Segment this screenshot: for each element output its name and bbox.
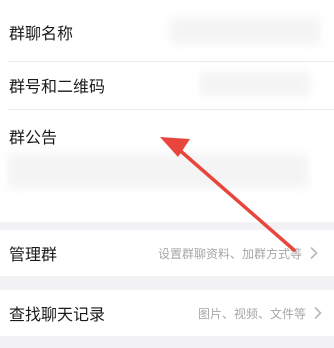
group-qr-label: 群号和二维码 bbox=[9, 77, 106, 96]
announcement-row[interactable]: 群公告 bbox=[0, 110, 334, 222]
group-name-value-redacted bbox=[170, 18, 320, 44]
chevron-right-icon bbox=[310, 247, 318, 259]
group-qr-row[interactable]: 群号和二维码 bbox=[0, 62, 334, 108]
group-name-label: 群聊名称 bbox=[9, 24, 74, 43]
manage-group-label: 管理群 bbox=[9, 245, 58, 264]
search-history-detail: 图片、视频、文件等 bbox=[197, 307, 306, 321]
manage-group-detail: 设置群聊资料、加群方式等 bbox=[157, 247, 302, 261]
announcement-label: 群公告 bbox=[9, 128, 58, 147]
group-name-row[interactable]: 群聊名称 bbox=[0, 10, 334, 54]
group-qr-value-redacted bbox=[200, 72, 310, 96]
search-history-row[interactable]: 查找聊天记录 图片、视频、文件等 bbox=[0, 290, 334, 336]
chevron-right-icon bbox=[314, 307, 322, 319]
manage-group-row[interactable]: 管理群 设置群聊资料、加群方式等 bbox=[0, 230, 334, 276]
announcement-content-redacted bbox=[8, 154, 308, 188]
search-history-label: 查找聊天记录 bbox=[9, 305, 106, 324]
